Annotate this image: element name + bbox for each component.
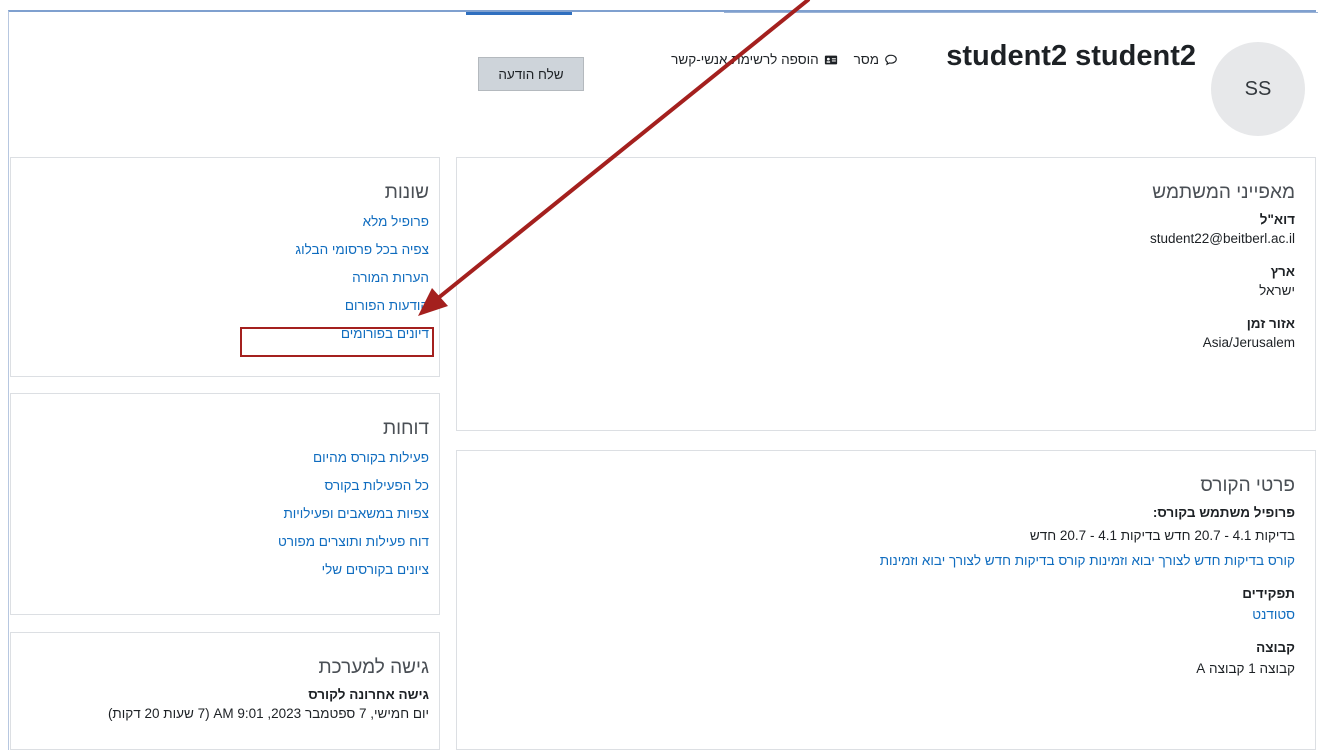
page: SS student2 student2 מסר הוספה לרשימת אנ…: [0, 0, 1318, 750]
annotation-arrow: [418, 0, 810, 316]
arrow-shaft: [430, 0, 810, 305]
